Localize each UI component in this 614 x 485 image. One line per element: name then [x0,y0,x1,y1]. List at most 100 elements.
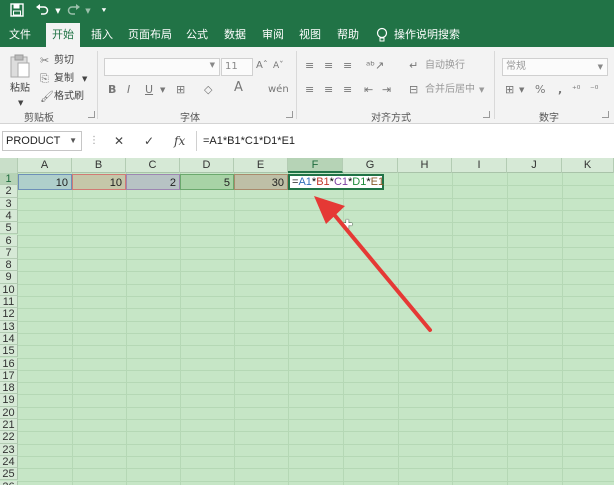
row-header-5[interactable]: 5 [0,222,18,235]
row-header-20[interactable]: 20 [0,406,18,419]
tab-review[interactable]: 审阅 [256,23,290,47]
row-header-13[interactable]: 13 [0,320,18,333]
align-left-icon[interactable]: ≡ [305,83,314,97]
currency-icon[interactable]: ⊞ [505,83,514,97]
font-size-box[interactable]: 11 [221,58,253,76]
decrease-font-size-icon[interactable]: Aˇ [273,59,284,73]
row-header-17[interactable]: 17 [0,369,18,383]
row-header-14[interactable]: 14 [0,332,18,346]
formula-input[interactable]: =A1*B1*C1*D1*E1 [196,131,614,151]
decrease-decimal-icon[interactable]: ⁻⁰ [590,83,598,97]
row-header-21[interactable]: 21 [0,419,18,432]
comma-button[interactable]: , [558,83,562,97]
column-header-k[interactable]: K [562,158,614,173]
cell-b1[interactable]: 10 [72,174,126,190]
decrease-indent-icon[interactable]: ⇤ [364,83,373,97]
bold-button[interactable]: B [108,83,116,97]
redo-dropdown-icon[interactable]: ▼ [80,3,96,19]
save-icon[interactable] [9,3,25,19]
name-box[interactable]: PRODUCT ▼ [2,131,82,151]
border-icon[interactable]: ⊞ [176,83,185,97]
row-header-18[interactable]: 18 [0,382,18,395]
row-header-23[interactable]: 23 [0,443,18,456]
alignment-launcher-icon[interactable] [483,111,490,118]
column-header-f[interactable]: F [288,158,343,173]
format-painter-button[interactable]: 格式刷 [54,91,84,103]
column-header-a[interactable]: A [18,158,72,173]
tab-page-layout[interactable]: 页面布局 [124,23,176,47]
tab-home[interactable]: 开始 [46,23,80,47]
cell-e1[interactable]: 30 [234,174,288,190]
increase-decimal-icon[interactable]: ⁺⁰ [572,83,580,97]
row-header-2[interactable]: 2 [0,185,18,198]
column-header-i[interactable]: I [452,158,507,173]
row-header-7[interactable]: 7 [0,246,18,260]
column-header-d[interactable]: D [180,158,234,173]
align-center-icon[interactable]: ≡ [324,83,333,97]
font-launcher-icon[interactable] [286,111,293,118]
increase-font-size-icon[interactable]: Aˆ [256,59,268,73]
row-header-19[interactable]: 19 [0,394,18,407]
tab-help[interactable]: 帮助 [331,23,365,47]
copy-dropdown-icon[interactable]: ▼ [82,73,87,85]
row-header-24[interactable]: 24 [0,455,18,469]
row-header-3[interactable]: 3 [0,197,18,210]
row-header-8[interactable]: 8 [0,259,18,272]
cell-c1[interactable]: 2 [126,174,180,190]
copy-button[interactable]: 复制 [54,73,74,85]
select-all-corner[interactable] [0,158,18,173]
number-launcher-icon[interactable] [602,111,609,118]
row-header-12[interactable]: 12 [0,308,18,321]
row-header-9[interactable]: 9 [0,271,18,284]
paste-icon[interactable] [9,54,31,80]
row-header-4[interactable]: 4 [0,209,18,223]
tab-view[interactable]: 视图 [293,23,327,47]
row-header-22[interactable]: 22 [0,431,18,444]
column-header-b[interactable]: B [72,158,126,173]
row-header-25[interactable]: 25 [0,468,18,481]
column-header-g[interactable]: G [343,158,398,173]
row-header-11[interactable]: 11 [0,296,18,309]
row-header-6[interactable]: 6 [0,234,18,247]
undo-icon[interactable] [34,3,50,19]
row-header-16[interactable]: 16 [0,357,18,370]
clipboard-launcher-icon[interactable] [88,111,95,118]
italic-button[interactable]: I [127,83,130,97]
top-align-icon[interactable]: ≡ [305,59,314,73]
name-box-dropdown-icon[interactable]: ▼ [69,132,77,150]
tab-formulas[interactable]: 公式 [180,23,214,47]
middle-align-icon[interactable]: ≡ [324,59,333,73]
orientation-icon[interactable]: ᵃᵇ↗ [366,59,384,73]
cell-d1[interactable]: 5 [180,174,234,190]
underline-button[interactable]: U [145,83,153,97]
cancel-icon[interactable]: ✕ [114,132,124,150]
font-name-box[interactable]: ▼ [104,58,220,76]
row-header-1[interactable]: 1 [0,173,18,186]
enter-icon[interactable]: ✓ [144,132,154,150]
merge-center-button[interactable]: 合并后居中 [425,84,475,96]
worksheet-grid[interactable]: A B C D E F G H I J K 1 2 3 4 5 6 7 8 9 10 11 12 13 1… [0,158,614,485]
paste-button[interactable]: 粘贴 [10,83,30,95]
merge-dropdown-icon[interactable]: ▼ [479,84,484,96]
wrap-text-button[interactable]: 自动换行 [425,60,465,72]
column-header-j[interactable]: J [507,158,562,173]
cell-a1[interactable]: 10 [18,174,72,190]
undo-dropdown-icon[interactable]: ▼ [50,3,66,19]
tab-file[interactable]: 文件 [3,23,37,47]
increase-indent-icon[interactable]: ⇥ [382,83,391,97]
column-header-h[interactable]: H [398,158,452,173]
percent-button[interactable]: % [535,83,545,97]
font-color-icon[interactable]: A [234,81,243,95]
row-header-26[interactable]: 26 [0,480,18,485]
tell-me-search[interactable]: 操作说明搜索 [394,23,460,47]
bottom-align-icon[interactable]: ≡ [343,59,352,73]
align-right-icon[interactable]: ≡ [343,83,352,97]
phonetic-icon[interactable]: wén [268,83,289,97]
column-header-c[interactable]: C [126,158,180,173]
insert-function-icon[interactable]: fx [174,132,185,150]
underline-dropdown-icon[interactable]: ▼ [160,83,165,97]
currency-dropdown-icon[interactable]: ▼ [519,83,524,97]
row-header-10[interactable]: 10 [0,283,18,296]
tab-data[interactable]: 数据 [218,23,252,47]
cut-button[interactable]: 剪切 [54,55,74,67]
